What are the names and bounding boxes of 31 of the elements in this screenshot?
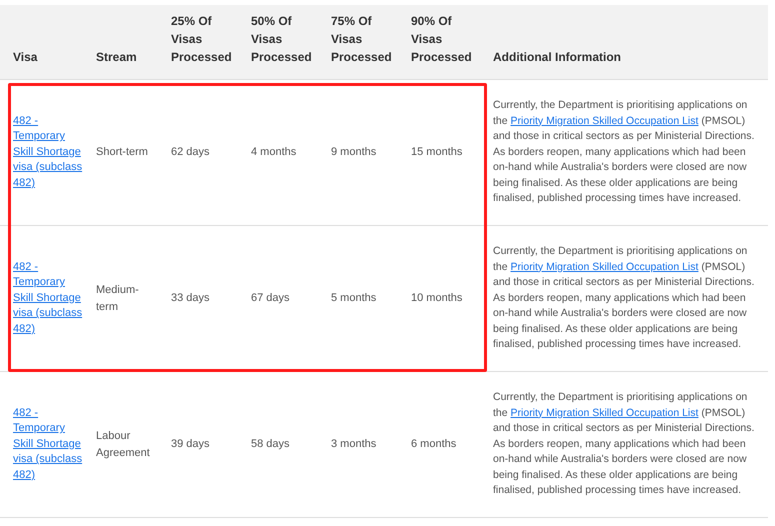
visa-link[interactable]: 482 - Temporary Skill Shortage visa (subclass 482) (13, 114, 86, 192)
table-cell-text: 58 days (251, 437, 290, 452)
column-header: Stream (96, 49, 137, 66)
stream-text: Short-term (96, 145, 148, 160)
visa-link[interactable]: 482 - Temporary Skill Shortage visa (subclass 482) (13, 260, 86, 338)
column-header: 25% Of Visas Processed (171, 13, 233, 66)
table-cell-text: 4 months (251, 145, 296, 160)
stream-text: Medium-term (96, 283, 140, 314)
column-header: Visa (13, 49, 38, 66)
table-cell-text: 39 days (171, 437, 210, 452)
table-cell-text: 10 months (411, 291, 462, 306)
table-cell-text: 33 days (171, 291, 210, 306)
table-cell-text: 6 months (411, 437, 456, 452)
column-header: 90% Of Visas Processed (411, 13, 473, 66)
table-cell-text: 62 days (171, 145, 210, 160)
occupation-list-link[interactable]: Priority Migration Skilled Occupation List (510, 114, 698, 127)
column-header: Additional Information (493, 49, 621, 66)
occupation-list-link[interactable]: Priority Migration Skilled Occupation List (510, 406, 698, 419)
info-paragraph: Currently, the Department is prioritising applications on the Priority Migration Skilled Occupation List (PMSOL) and those in critical sectors as per Ministerial Directions. As borders reopen, many applications which had been on-hand while Australia's borders were closed are now being finalised. As these older applications are being finalised, published processing times have increased. (493, 390, 756, 498)
table-cell-text: 9 months (331, 145, 376, 160)
table-cell-text: 3 months (331, 437, 376, 452)
column-header: 50% Of Visas Processed (251, 13, 313, 66)
stream-text: Labour Agreement (96, 429, 151, 460)
visa-link[interactable]: 482 - Temporary Skill Shortage visa (subclass 482) (13, 406, 86, 484)
column-header: 75% Of Visas Processed (331, 13, 393, 66)
occupation-list-link[interactable]: Priority Migration Skilled Occupation List (510, 260, 698, 273)
table-cell-text: 15 months (411, 145, 462, 160)
info-paragraph: Currently, the Department is prioritising applications on the Priority Migration Skilled Occupation List (PMSOL) and those in critical sectors as per Ministerial Directions. As borders reopen, many applications which had been on-hand while Australia's borders were closed are now being finalised. As these older applications are being finalised, published processing times have increased. (493, 98, 756, 206)
info-paragraph: Currently, the Department is prioritising applications on the Priority Migration Skilled Occupation List (PMSOL) and those in critical sectors as per Ministerial Directions. As borders reopen, many applications which had been on-hand while Australia's borders were closed are now being finalised. As these older applications are being finalised, published processing times have increased. (493, 244, 756, 352)
table-cell-text: 67 days (251, 291, 290, 306)
table-cell-text: 5 months (331, 291, 376, 306)
